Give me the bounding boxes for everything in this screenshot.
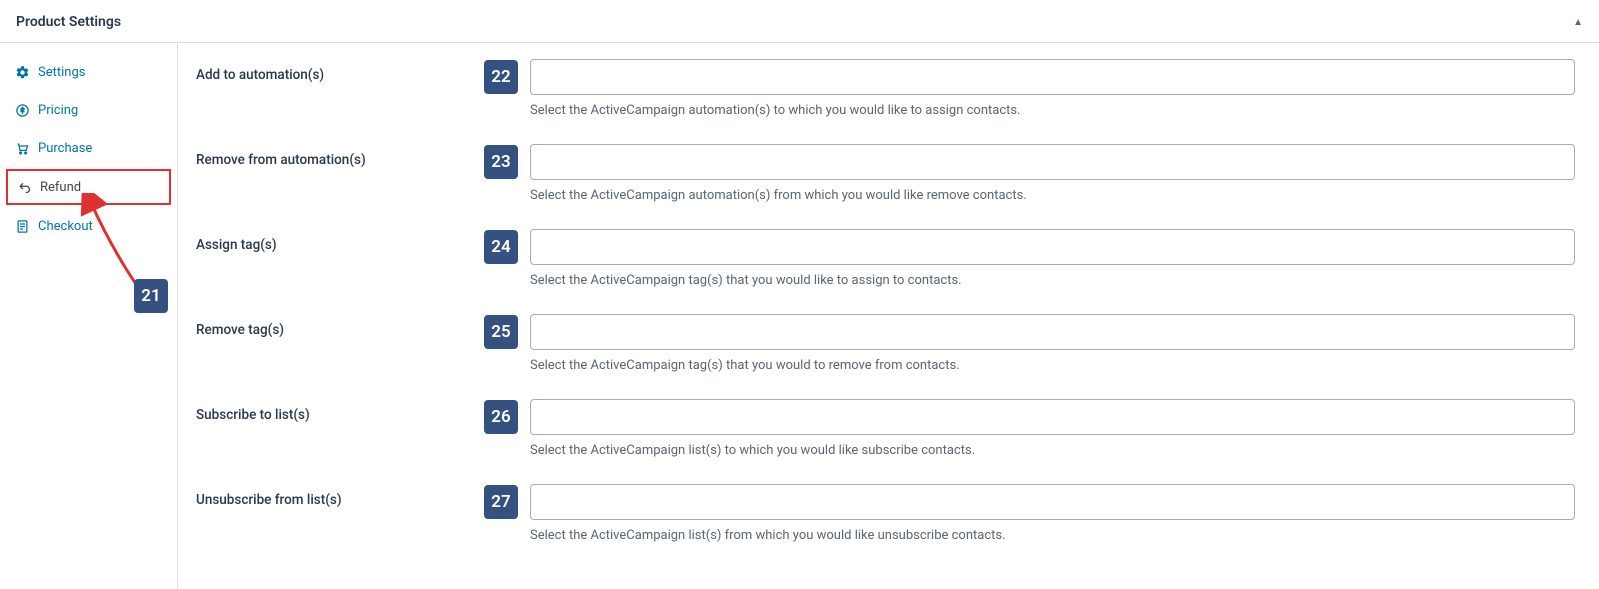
field-label: Assign tag(s) [196,229,484,253]
field-label: Add to automation(s) [196,59,484,83]
unsubscribe-from-lists-input[interactable] [530,484,1575,520]
field-help: Select the ActiveCampaign automation(s) … [530,188,1575,203]
sidebar-item-pricing[interactable]: Pricing [0,91,177,129]
field-callout-badge: 23 [484,145,518,179]
cart-icon [14,140,30,156]
page-icon [14,218,30,234]
sidebar-item-label: Checkout [38,219,93,234]
sidebar-item-settings[interactable]: Settings [0,53,177,91]
remove-tags-input[interactable] [530,314,1575,350]
field-help: Select the ActiveCampaign list(s) from w… [530,528,1575,543]
collapse-caret-icon[interactable]: ▲ [1573,17,1583,28]
field-callout-badge: 26 [484,400,518,434]
sidebar-item-checkout[interactable]: Checkout [0,207,177,245]
add-to-automations-input[interactable] [530,59,1575,95]
main-content: Add to automation(s) 22 Select the Activ… [178,43,1599,589]
field-label: Remove from automation(s) [196,144,484,168]
sidebar-item-refund[interactable]: Refund [6,169,171,205]
panel-header: Product Settings ▲ [0,0,1599,43]
field-callout-badge: 25 [484,315,518,349]
field-help: Select the ActiveCampaign tag(s) that yo… [530,273,1575,288]
layout: Settings Pricing Purchase Refund Checkou [0,43,1599,589]
field-label: Unsubscribe from list(s) [196,484,484,508]
field-help: Select the ActiveCampaign list(s) to whi… [530,443,1575,458]
sidebar-item-label: Settings [38,65,85,80]
field-callout-badge: 24 [484,230,518,264]
field-subscribe-to-lists: Subscribe to list(s) 26 Select the Activ… [196,399,1575,476]
sidebar-item-label: Purchase [38,141,92,156]
remove-from-automations-input[interactable] [530,144,1575,180]
field-label: Subscribe to list(s) [196,399,484,423]
field-callout-badge: 27 [484,485,518,519]
gear-icon [14,64,30,80]
callout-badge-text: 21 [141,286,160,306]
callout-badge-sidebar: 21 [134,279,168,313]
subscribe-to-lists-input[interactable] [530,399,1575,435]
field-unsubscribe-from-lists: Unsubscribe from list(s) 27 Select the A… [196,484,1575,561]
panel-title: Product Settings [16,14,121,30]
sidebar: Settings Pricing Purchase Refund Checkou [0,43,178,589]
dollar-icon [14,102,30,118]
field-add-to-automations: Add to automation(s) 22 Select the Activ… [196,59,1575,136]
sidebar-item-label: Pricing [38,103,78,118]
field-help: Select the ActiveCampaign automation(s) … [530,103,1575,118]
field-assign-tags: Assign tag(s) 24 Select the ActiveCampai… [196,229,1575,306]
return-icon [16,179,32,195]
assign-tags-input[interactable] [530,229,1575,265]
sidebar-item-purchase[interactable]: Purchase [0,129,177,167]
field-label: Remove tag(s) [196,314,484,338]
field-help: Select the ActiveCampaign tag(s) that yo… [530,358,1575,373]
field-remove-from-automations: Remove from automation(s) 23 Select the … [196,144,1575,221]
field-callout-badge: 22 [484,60,518,94]
sidebar-item-label: Refund [40,180,81,195]
field-remove-tags: Remove tag(s) 25 Select the ActiveCampai… [196,314,1575,391]
